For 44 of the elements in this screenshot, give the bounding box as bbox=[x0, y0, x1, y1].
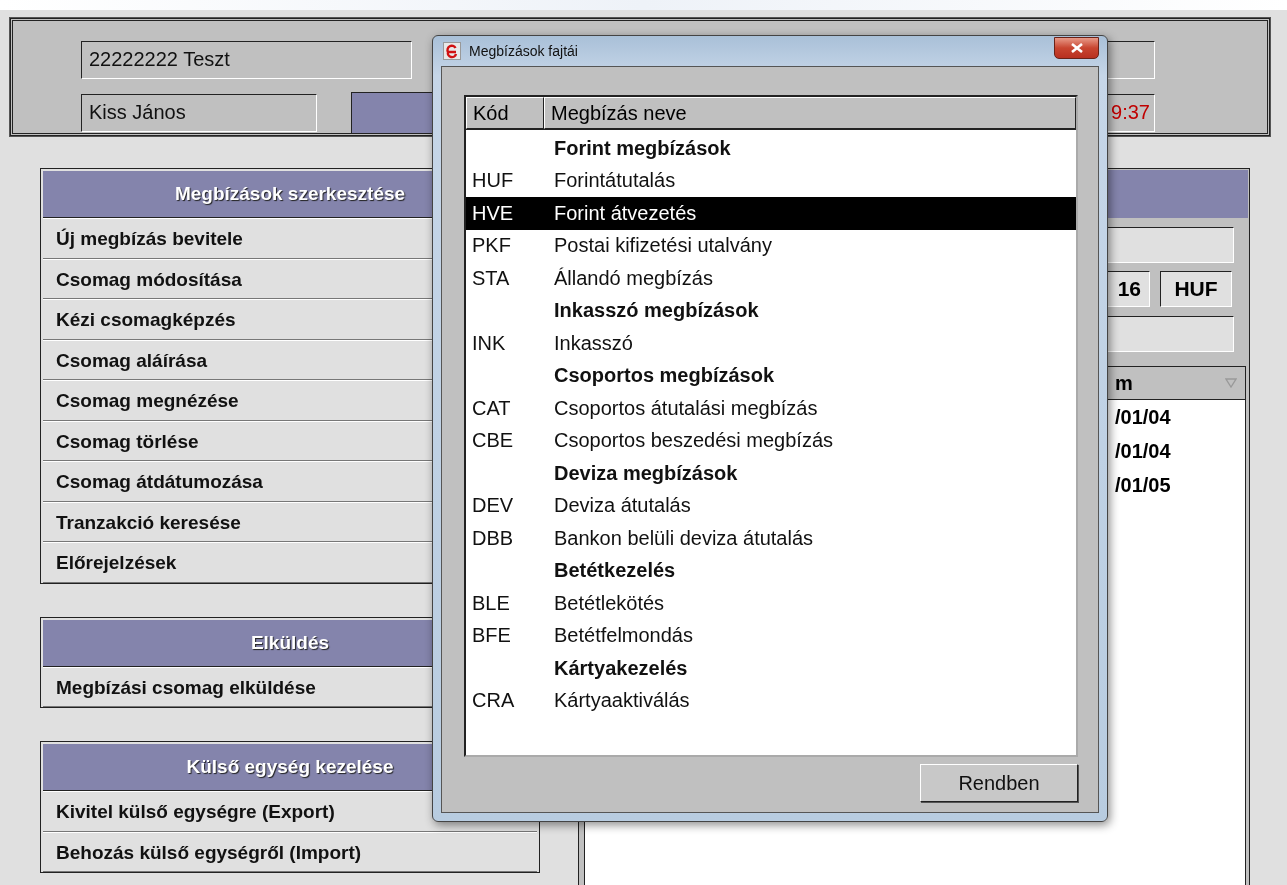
group-heading: Inkasszó megbízások bbox=[554, 299, 759, 323]
name-cell: Kártyaaktiválás bbox=[554, 689, 690, 713]
code-cell-text: CBE bbox=[471, 429, 515, 453]
currency-field[interactable]: HUF bbox=[1160, 271, 1232, 307]
ok-button[interactable]: Rendben bbox=[920, 764, 1078, 802]
code-cell-text: CAT bbox=[471, 396, 512, 420]
app-icon bbox=[443, 42, 461, 60]
code-cell-text: BFE bbox=[471, 624, 512, 648]
name-cell: Betétfelmondás bbox=[554, 624, 693, 648]
close-icon bbox=[1070, 43, 1083, 53]
column-header[interactable]: Kód bbox=[466, 97, 544, 129]
name-cell: Csoportos beszedési megbízás bbox=[554, 429, 834, 453]
name-cell: Bankon belüli deviza átutalás bbox=[554, 526, 814, 550]
group-heading: Deviza megbízások bbox=[554, 461, 738, 485]
name-cell: Csoportos átutalási megbízás bbox=[554, 396, 818, 420]
user-field[interactable]: Kiss János bbox=[81, 94, 317, 132]
dialog-title: Megbízások fajtái bbox=[469, 43, 579, 59]
group-heading: Kártyakezelés bbox=[554, 656, 688, 680]
code-cell-text: HUF bbox=[471, 169, 515, 193]
name-cell: Forint átvezetés bbox=[554, 201, 697, 225]
column-header[interactable]: Megbízás neve bbox=[544, 97, 1076, 129]
name-cell: Inkasszó bbox=[554, 331, 633, 355]
group-heading: Forint megbízások bbox=[554, 136, 731, 160]
menu-item[interactable]: Behozás külső egységről (Import) bbox=[43, 831, 537, 872]
date-cell-text: /01/05 bbox=[1115, 473, 1172, 498]
list-row[interactable]: Forint megbízások bbox=[466, 132, 1076, 165]
list-row[interactable]: HVE Forint átvezetés bbox=[466, 197, 1076, 230]
group-heading: Betétkezelés bbox=[554, 559, 676, 583]
code-cell-text: BLE bbox=[471, 591, 511, 615]
sort-icon bbox=[1225, 378, 1237, 388]
code-cell-text: STA bbox=[471, 266, 511, 290]
date-cell-text: /01/04 bbox=[1115, 405, 1172, 430]
date-cell-text: /01/04 bbox=[1115, 439, 1172, 464]
column-label: m bbox=[1115, 371, 1133, 395]
name-cell: Betétlekötés bbox=[554, 591, 665, 615]
account-field[interactable]: 22222222 Teszt bbox=[81, 41, 412, 79]
name-cell: Állandó megbízás bbox=[554, 266, 713, 290]
list-row[interactable]: BLE Betétlekötés bbox=[466, 587, 1076, 620]
group-heading: Csoportos megbízások bbox=[554, 364, 775, 388]
name-cell: Forintátutalás bbox=[554, 169, 676, 193]
close-button[interactable] bbox=[1054, 37, 1099, 59]
code-cell-text: PKF bbox=[471, 234, 512, 258]
name-cell: Postai kifizetési utalvány bbox=[554, 234, 772, 258]
name-cell: Deviza átutalás bbox=[554, 494, 691, 518]
